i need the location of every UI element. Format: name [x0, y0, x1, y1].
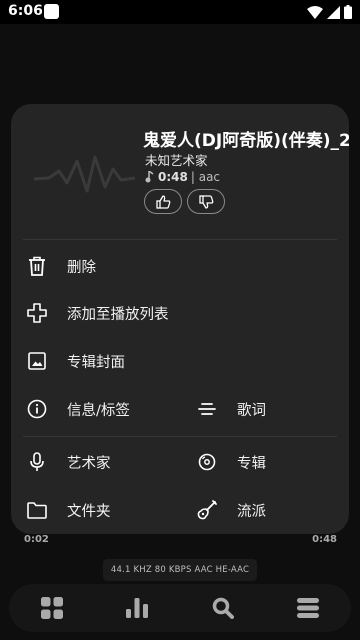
lyrics-button[interactable]: 歌词	[196, 389, 266, 429]
song-options-sheet: 鬼爱人(DJ阿奇版)(伴奏)_2 未知艺术家 0:48 | aac 删除 添加至…	[11, 104, 349, 534]
codec-info: 44.1 KHZ 80 KBPS AAC HE-AAC	[103, 559, 257, 581]
song-title-container: 鬼爱人(DJ阿奇版)(伴奏)_2	[143, 126, 349, 151]
folder-button[interactable]: 文件夹	[26, 490, 111, 530]
total-duration: 0:48	[312, 534, 337, 545]
music-note-icon	[145, 171, 154, 183]
bottom-nav	[9, 584, 351, 632]
microphone-icon	[26, 451, 48, 473]
info-tags-label: 信息/标签	[67, 402, 130, 419]
bars-icon	[126, 598, 149, 618]
status-bar: 6:06	[0, 0, 360, 24]
plus-icon	[26, 302, 48, 324]
wifi-icon	[307, 5, 323, 19]
waveform-icon	[33, 155, 136, 193]
dislike-button[interactable]	[187, 189, 225, 214]
lyrics-label: 歌词	[237, 402, 266, 419]
like-button[interactable]	[144, 189, 182, 214]
info-icon	[26, 398, 48, 420]
delete-label: 删除	[67, 259, 96, 276]
album-label: 专辑	[237, 455, 266, 472]
status-time: 6:06	[8, 3, 43, 19]
folder-label: 文件夹	[67, 503, 111, 520]
thumbs-up-icon	[155, 194, 170, 209]
song-title: 鬼爱人(DJ阿奇版)(伴奏)_2	[143, 131, 349, 151]
album-button[interactable]: 专辑	[196, 442, 266, 482]
grid-icon	[40, 597, 63, 619]
album-cover-label: 专辑封面	[67, 354, 125, 371]
album-cover-button[interactable]: 专辑封面	[26, 341, 125, 381]
artist-button[interactable]: 艺术家	[26, 442, 111, 482]
image-icon	[26, 350, 48, 372]
song-duration: 0:48	[158, 170, 188, 184]
genre-button[interactable]: 流派	[196, 490, 266, 530]
song-artist: 未知艺术家	[145, 153, 208, 168]
nav-search-button[interactable]	[208, 593, 238, 623]
delete-button[interactable]: 删除	[26, 246, 96, 286]
lyrics-icon	[196, 398, 218, 420]
album-art[interactable]	[25, 118, 143, 236]
nav-library-button[interactable]	[37, 593, 67, 623]
folder-icon	[26, 499, 48, 521]
add-to-playlist-label: 添加至播放列表	[67, 306, 169, 323]
thumbs-down-icon	[198, 194, 213, 209]
elapsed-time: 0:02	[24, 534, 49, 545]
menu-divider	[23, 436, 337, 437]
nav-menu-button[interactable]	[293, 593, 323, 623]
disc-icon	[196, 451, 218, 473]
search-icon	[212, 597, 234, 619]
trash-icon	[26, 255, 48, 277]
menu-icon	[297, 598, 320, 618]
signal-icon	[327, 5, 340, 19]
battery-icon	[344, 5, 352, 19]
genre-label: 流派	[237, 503, 266, 520]
info-tags-button[interactable]: 信息/标签	[26, 389, 130, 429]
notification-icon	[44, 4, 59, 19]
artist-label: 艺术家	[67, 455, 111, 472]
song-meta: 0:48 | aac	[145, 170, 220, 184]
status-icons	[307, 5, 352, 19]
guitar-icon	[196, 499, 218, 521]
nav-stats-button[interactable]	[122, 593, 152, 623]
song-format: | aac	[190, 170, 221, 184]
header-divider	[23, 239, 337, 240]
add-to-playlist-button[interactable]: 添加至播放列表	[26, 293, 169, 333]
